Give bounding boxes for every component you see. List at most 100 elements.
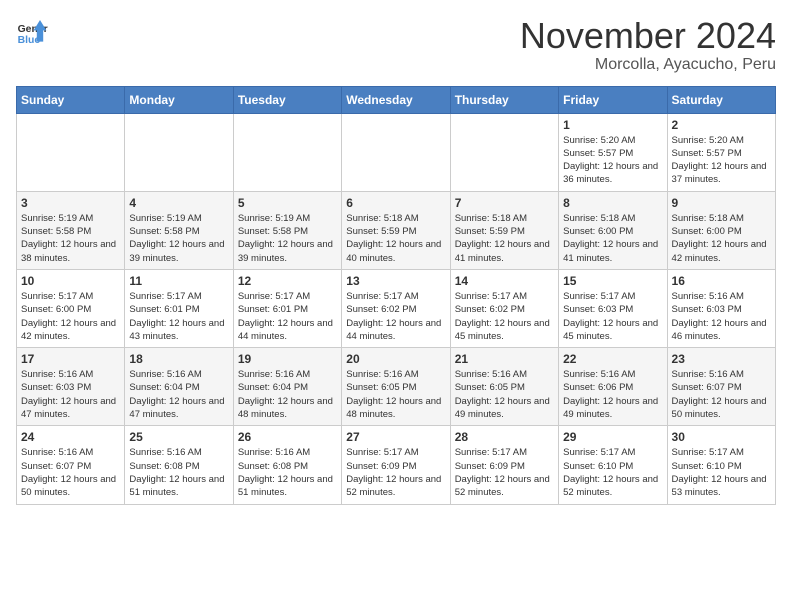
cell-info: Sunrise: 5:19 AM Sunset: 5:58 PM Dayligh… (21, 212, 120, 265)
logo: General Blue (16, 16, 48, 48)
calendar-cell: 16 Sunrise: 5:16 AM Sunset: 6:03 PM Dayl… (667, 269, 775, 347)
cell-info: Sunrise: 5:17 AM Sunset: 6:01 PM Dayligh… (129, 290, 228, 343)
cell-date: 19 (238, 352, 337, 366)
calendar-cell (450, 113, 558, 191)
page-header: General Blue November 2024 Morcolla, Aya… (16, 16, 776, 74)
calendar-cell: 3 Sunrise: 5:19 AM Sunset: 5:58 PM Dayli… (17, 191, 125, 269)
calendar-cell: 5 Sunrise: 5:19 AM Sunset: 5:58 PM Dayli… (233, 191, 341, 269)
cell-date: 4 (129, 196, 228, 210)
cell-date: 8 (563, 196, 662, 210)
calendar-week-row: 3 Sunrise: 5:19 AM Sunset: 5:58 PM Dayli… (17, 191, 776, 269)
cell-date: 29 (563, 430, 662, 444)
calendar-cell: 8 Sunrise: 5:18 AM Sunset: 6:00 PM Dayli… (559, 191, 667, 269)
calendar-cell (17, 113, 125, 191)
cell-date: 21 (455, 352, 554, 366)
calendar-table: SundayMondayTuesdayWednesdayThursdayFrid… (16, 86, 776, 505)
logo-icon: General Blue (16, 16, 48, 48)
calendar-week-row: 24 Sunrise: 5:16 AM Sunset: 6:07 PM Dayl… (17, 426, 776, 504)
calendar-cell: 4 Sunrise: 5:19 AM Sunset: 5:58 PM Dayli… (125, 191, 233, 269)
cell-date: 17 (21, 352, 120, 366)
cell-date: 16 (672, 274, 771, 288)
cell-info: Sunrise: 5:20 AM Sunset: 5:57 PM Dayligh… (672, 134, 771, 187)
calendar-cell: 17 Sunrise: 5:16 AM Sunset: 6:03 PM Dayl… (17, 348, 125, 426)
calendar-cell: 1 Sunrise: 5:20 AM Sunset: 5:57 PM Dayli… (559, 113, 667, 191)
cell-info: Sunrise: 5:16 AM Sunset: 6:03 PM Dayligh… (21, 368, 120, 421)
cell-date: 13 (346, 274, 445, 288)
cell-info: Sunrise: 5:16 AM Sunset: 6:03 PM Dayligh… (672, 290, 771, 343)
calendar-cell: 13 Sunrise: 5:17 AM Sunset: 6:02 PM Dayl… (342, 269, 450, 347)
calendar-cell: 15 Sunrise: 5:17 AM Sunset: 6:03 PM Dayl… (559, 269, 667, 347)
cell-date: 6 (346, 196, 445, 210)
calendar-week-row: 1 Sunrise: 5:20 AM Sunset: 5:57 PM Dayli… (17, 113, 776, 191)
calendar-cell: 9 Sunrise: 5:18 AM Sunset: 6:00 PM Dayli… (667, 191, 775, 269)
cell-info: Sunrise: 5:18 AM Sunset: 5:59 PM Dayligh… (455, 212, 554, 265)
cell-info: Sunrise: 5:17 AM Sunset: 6:02 PM Dayligh… (346, 290, 445, 343)
calendar-cell: 29 Sunrise: 5:17 AM Sunset: 6:10 PM Dayl… (559, 426, 667, 504)
cell-date: 18 (129, 352, 228, 366)
calendar-day-header: Monday (125, 86, 233, 113)
calendar-cell: 26 Sunrise: 5:16 AM Sunset: 6:08 PM Dayl… (233, 426, 341, 504)
calendar-cell: 21 Sunrise: 5:16 AM Sunset: 6:05 PM Dayl… (450, 348, 558, 426)
cell-date: 25 (129, 430, 228, 444)
calendar-header-row: SundayMondayTuesdayWednesdayThursdayFrid… (17, 86, 776, 113)
cell-info: Sunrise: 5:16 AM Sunset: 6:04 PM Dayligh… (129, 368, 228, 421)
calendar-cell: 10 Sunrise: 5:17 AM Sunset: 6:00 PM Dayl… (17, 269, 125, 347)
calendar-day-header: Friday (559, 86, 667, 113)
cell-info: Sunrise: 5:17 AM Sunset: 6:03 PM Dayligh… (563, 290, 662, 343)
cell-date: 26 (238, 430, 337, 444)
calendar-cell: 11 Sunrise: 5:17 AM Sunset: 6:01 PM Dayl… (125, 269, 233, 347)
calendar-day-header: Sunday (17, 86, 125, 113)
cell-info: Sunrise: 5:17 AM Sunset: 6:02 PM Dayligh… (455, 290, 554, 343)
calendar-cell (342, 113, 450, 191)
calendar-week-row: 17 Sunrise: 5:16 AM Sunset: 6:03 PM Dayl… (17, 348, 776, 426)
cell-date: 7 (455, 196, 554, 210)
calendar-day-header: Saturday (667, 86, 775, 113)
cell-date: 24 (21, 430, 120, 444)
cell-date: 22 (563, 352, 662, 366)
cell-info: Sunrise: 5:17 AM Sunset: 6:00 PM Dayligh… (21, 290, 120, 343)
cell-info: Sunrise: 5:18 AM Sunset: 6:00 PM Dayligh… (563, 212, 662, 265)
cell-info: Sunrise: 5:16 AM Sunset: 6:07 PM Dayligh… (672, 368, 771, 421)
cell-info: Sunrise: 5:18 AM Sunset: 5:59 PM Dayligh… (346, 212, 445, 265)
cell-date: 28 (455, 430, 554, 444)
cell-info: Sunrise: 5:16 AM Sunset: 6:06 PM Dayligh… (563, 368, 662, 421)
cell-info: Sunrise: 5:16 AM Sunset: 6:08 PM Dayligh… (238, 446, 337, 499)
calendar-cell (125, 113, 233, 191)
calendar-cell: 25 Sunrise: 5:16 AM Sunset: 6:08 PM Dayl… (125, 426, 233, 504)
cell-info: Sunrise: 5:17 AM Sunset: 6:09 PM Dayligh… (455, 446, 554, 499)
calendar-week-row: 10 Sunrise: 5:17 AM Sunset: 6:00 PM Dayl… (17, 269, 776, 347)
cell-info: Sunrise: 5:16 AM Sunset: 6:04 PM Dayligh… (238, 368, 337, 421)
cell-info: Sunrise: 5:17 AM Sunset: 6:09 PM Dayligh… (346, 446, 445, 499)
cell-info: Sunrise: 5:16 AM Sunset: 6:05 PM Dayligh… (455, 368, 554, 421)
cell-info: Sunrise: 5:16 AM Sunset: 6:07 PM Dayligh… (21, 446, 120, 499)
calendar-day-header: Thursday (450, 86, 558, 113)
cell-date: 1 (563, 118, 662, 132)
calendar-cell: 6 Sunrise: 5:18 AM Sunset: 5:59 PM Dayli… (342, 191, 450, 269)
calendar-day-header: Wednesday (342, 86, 450, 113)
calendar-day-header: Tuesday (233, 86, 341, 113)
cell-info: Sunrise: 5:19 AM Sunset: 5:58 PM Dayligh… (238, 212, 337, 265)
calendar-cell: 30 Sunrise: 5:17 AM Sunset: 6:10 PM Dayl… (667, 426, 775, 504)
page-title: November 2024 (520, 16, 776, 56)
cell-info: Sunrise: 5:20 AM Sunset: 5:57 PM Dayligh… (563, 134, 662, 187)
cell-info: Sunrise: 5:16 AM Sunset: 6:05 PM Dayligh… (346, 368, 445, 421)
calendar-cell: 7 Sunrise: 5:18 AM Sunset: 5:59 PM Dayli… (450, 191, 558, 269)
calendar-cell: 18 Sunrise: 5:16 AM Sunset: 6:04 PM Dayl… (125, 348, 233, 426)
cell-date: 23 (672, 352, 771, 366)
cell-date: 12 (238, 274, 337, 288)
cell-date: 11 (129, 274, 228, 288)
cell-date: 9 (672, 196, 771, 210)
calendar-cell: 14 Sunrise: 5:17 AM Sunset: 6:02 PM Dayl… (450, 269, 558, 347)
cell-info: Sunrise: 5:16 AM Sunset: 6:08 PM Dayligh… (129, 446, 228, 499)
cell-date: 10 (21, 274, 120, 288)
calendar-cell: 28 Sunrise: 5:17 AM Sunset: 6:09 PM Dayl… (450, 426, 558, 504)
page-subtitle: Morcolla, Ayacucho, Peru (520, 56, 776, 74)
cell-date: 20 (346, 352, 445, 366)
cell-info: Sunrise: 5:18 AM Sunset: 6:00 PM Dayligh… (672, 212, 771, 265)
calendar-cell: 12 Sunrise: 5:17 AM Sunset: 6:01 PM Dayl… (233, 269, 341, 347)
cell-date: 3 (21, 196, 120, 210)
cell-date: 30 (672, 430, 771, 444)
cell-date: 14 (455, 274, 554, 288)
calendar-cell: 23 Sunrise: 5:16 AM Sunset: 6:07 PM Dayl… (667, 348, 775, 426)
calendar-cell: 22 Sunrise: 5:16 AM Sunset: 6:06 PM Dayl… (559, 348, 667, 426)
